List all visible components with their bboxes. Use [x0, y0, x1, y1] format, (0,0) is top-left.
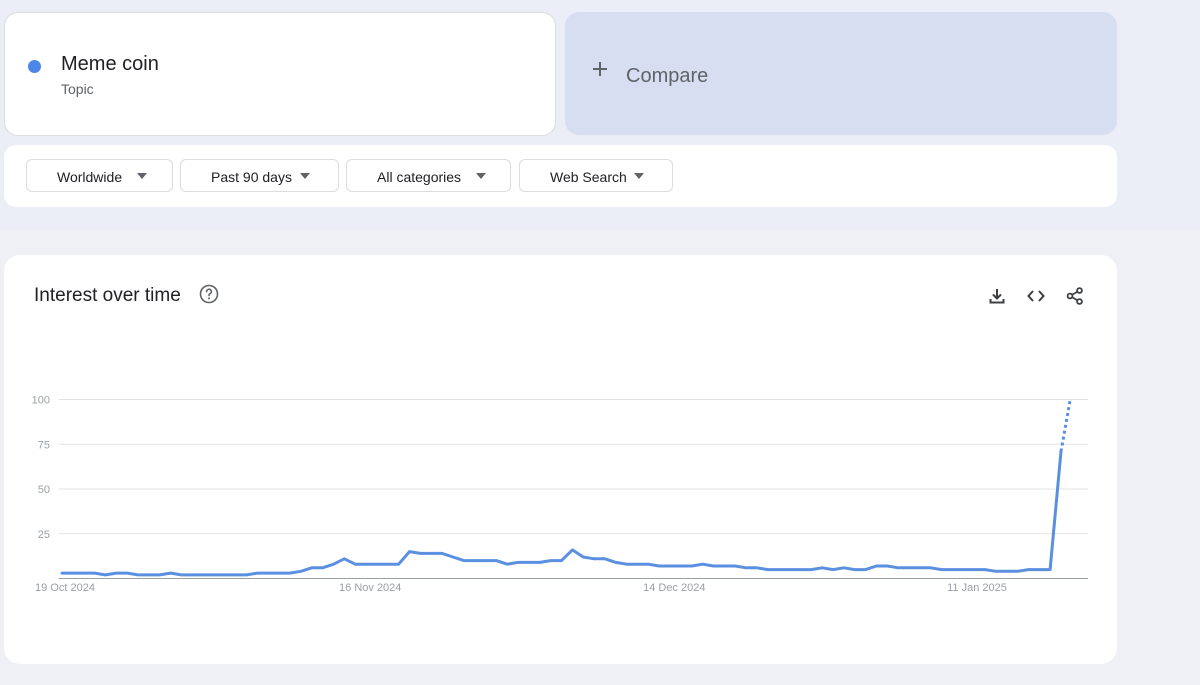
caret-down-icon — [137, 173, 147, 179]
search-type-filter-label: Web Search — [550, 169, 627, 185]
time-range-filter-dropdown[interactable]: Past 90 days — [180, 159, 339, 192]
x-tick-label: 16 Nov 2024 — [339, 582, 401, 594]
y-tick-label: 75 — [38, 439, 50, 451]
y-tick-label: 25 — [38, 529, 50, 541]
line-chart: 25 50 75 100 19 Oct 2024 16 Nov 2024 14 Dec 20… — [32, 395, 1088, 594]
time-range-filter-label: Past 90 days — [211, 169, 292, 185]
caret-down-icon — [634, 173, 644, 179]
category-filter-dropdown[interactable]: All categories — [346, 159, 511, 192]
plus-icon — [593, 62, 607, 76]
x-tick-label: 19 Oct 2024 — [35, 582, 95, 594]
filter-bar: Worldwide Past 90 days All categories We… — [4, 145, 1117, 207]
region-filter-label: Worldwide — [57, 169, 123, 185]
region-filter-dropdown[interactable]: Worldwide — [26, 159, 173, 192]
caret-down-icon — [476, 173, 486, 179]
term-name[interactable]: Meme coin — [61, 53, 159, 76]
caret-down-icon — [300, 173, 310, 179]
compare-button[interactable]: Compare — [565, 12, 1117, 135]
category-filter-label: All categories — [377, 169, 462, 185]
partial-data-line — [1059, 399, 1072, 452]
compare-label: Compare — [626, 65, 709, 87]
y-tick-label: 50 — [38, 484, 50, 496]
term-color-dot — [28, 60, 41, 73]
x-tick-label: 11 Jan 2025 — [947, 582, 1007, 594]
search-term-card[interactable]: Meme coin Topic — [4, 12, 556, 136]
interest-over-time-panel: Interest over time 25 50 75 100 19 Oct 2024 1… — [4, 255, 1117, 664]
series-line — [60, 449, 1063, 577]
y-tick-label: 100 — [32, 395, 50, 407]
search-type-filter-dropdown[interactable]: Web Search — [519, 159, 673, 192]
term-type: Topic — [61, 81, 94, 97]
x-tick-label: 14 Dec 2024 — [643, 582, 705, 594]
